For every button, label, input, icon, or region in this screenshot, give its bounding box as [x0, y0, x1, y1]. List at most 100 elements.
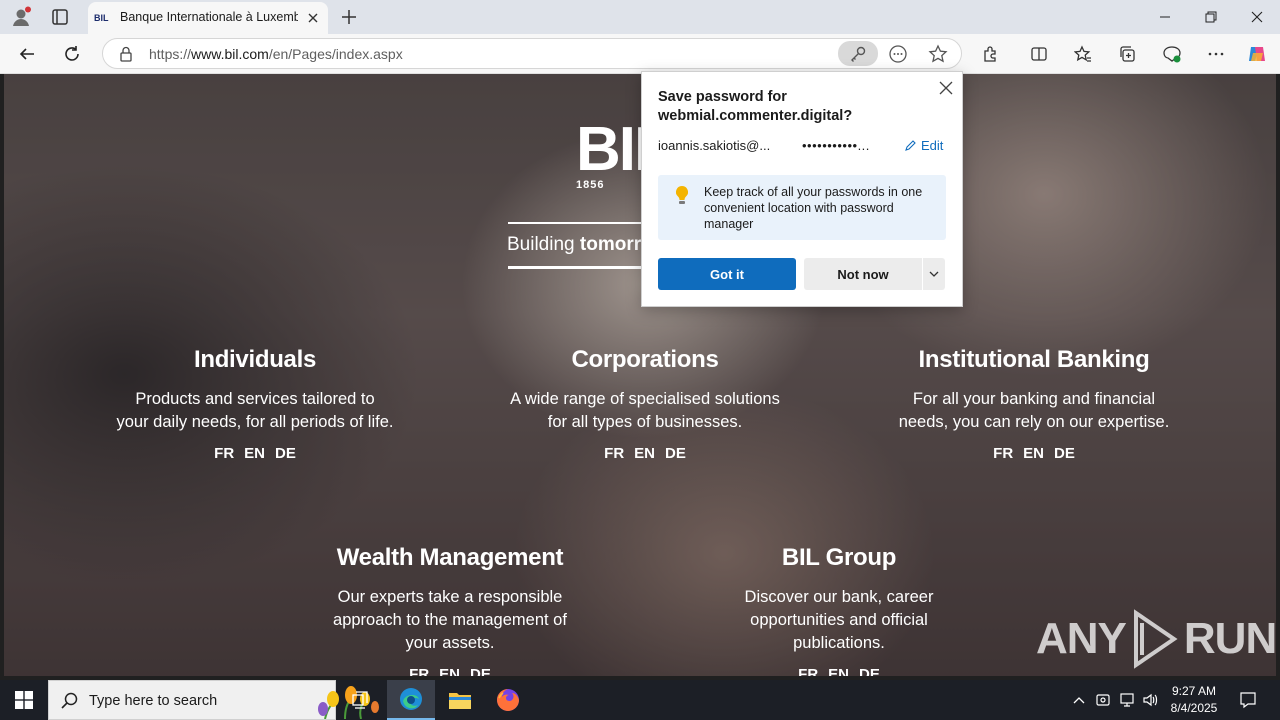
lang-fr-link[interactable]: FR: [993, 445, 1013, 462]
play-triangle-icon: [1133, 609, 1178, 669]
search-placeholder: Type here to search: [89, 693, 218, 709]
browser-essentials-icon[interactable]: [1160, 42, 1184, 66]
section-institutional-banking: Institutional Banking For all your banki…: [869, 346, 1199, 462]
lang-de-link[interactable]: DE: [665, 445, 686, 462]
favorite-star-icon[interactable]: [928, 44, 948, 64]
lang-de-link[interactable]: DE: [1054, 445, 1075, 462]
read-aloud-icon[interactable]: [888, 44, 908, 64]
saved-password[interactable]: •••••••••••...: [802, 138, 870, 153]
password-manager-tip: Keep track of all your passwords in one …: [658, 175, 946, 240]
tip-text: Keep track of all your passwords in one …: [704, 185, 923, 231]
language-links: FR EN DE: [285, 666, 615, 676]
windows-start-icon[interactable]: [0, 680, 48, 720]
firefox-icon[interactable]: [484, 680, 532, 720]
lang-en-link[interactable]: EN: [634, 445, 655, 462]
clock-time: 9:27 AM: [1171, 684, 1217, 698]
saved-username[interactable]: ioannis.sakiotis@...: [658, 138, 770, 153]
address-bar[interactable]: https://www.bil.com/en/Pages/index.aspx: [102, 38, 962, 69]
section-desc-line: A wide range of specialised solutions: [510, 390, 780, 408]
edge-taskbar-icon[interactable]: [387, 680, 435, 720]
lang-en-link[interactable]: EN: [244, 445, 265, 462]
lang-de-link[interactable]: DE: [275, 445, 296, 462]
favicon-icon: BIL: [94, 13, 109, 23]
lang-fr-link[interactable]: FR: [798, 666, 818, 676]
section-bil-group: BIL Group Discover our bank, career oppo…: [674, 544, 1004, 676]
lang-de-link[interactable]: DE: [859, 666, 880, 676]
section-desc-line: Products and services tailored to: [135, 390, 375, 408]
section-desc-line: needs, you can rely on our expertise.: [898, 413, 1170, 431]
file-explorer-icon[interactable]: [436, 680, 484, 720]
lock-icon[interactable]: [117, 45, 135, 63]
section-desc-line: Our experts take a responsible: [337, 588, 563, 606]
save-password-dialog: Save password for webmial.commenter.digi…: [641, 71, 963, 307]
volume-icon[interactable]: [1140, 680, 1162, 720]
meet-now-icon[interactable]: [1092, 680, 1114, 720]
got-it-button[interactable]: Got it: [658, 258, 796, 290]
hero-tagline: Building tomorr: [507, 234, 642, 255]
dialog-title: Save password for webmial.commenter.digi…: [658, 89, 853, 124]
lang-fr-link[interactable]: FR: [604, 445, 624, 462]
close-icon[interactable]: [936, 78, 956, 98]
section-title[interactable]: Wealth Management: [285, 544, 615, 572]
close-window-button[interactable]: [1234, 0, 1280, 34]
section-individuals: Individuals Products and services tailor…: [90, 346, 420, 462]
browser-tab-active[interactable]: BIL Banque Internationale à Luxembourg: [88, 2, 328, 34]
tab-title: Banque Internationale à Luxembourg: [120, 10, 298, 24]
extensions-icon[interactable]: [979, 42, 1003, 66]
taskbar-search-box[interactable]: Type here to search: [48, 680, 379, 720]
edit-button[interactable]: Edit: [904, 138, 943, 153]
language-links: FR EN DE: [674, 666, 1004, 676]
password-key-icon[interactable]: [838, 41, 878, 66]
copilot-icon[interactable]: [1245, 42, 1269, 66]
language-links: FR EN DE: [480, 445, 810, 462]
tagline-underline: [508, 266, 658, 269]
task-view-icon[interactable]: [336, 680, 384, 720]
pencil-icon: [905, 140, 916, 151]
section-wealth-management: Wealth Management Our experts take a res…: [285, 544, 615, 676]
section-desc-line: for all types of businesses.: [547, 413, 743, 431]
split-screen-icon[interactable]: [1027, 42, 1051, 66]
section-desc-line: Discover our bank, career: [744, 588, 934, 606]
section-desc-line: For all your banking and financial: [912, 390, 1156, 408]
collections-icon[interactable]: [1116, 42, 1140, 66]
network-icon[interactable]: [1116, 680, 1138, 720]
notifications-icon[interactable]: [1236, 680, 1260, 720]
settings-more-icon[interactable]: [1204, 42, 1228, 66]
favorites-icon[interactable]: [1071, 42, 1095, 66]
browser-toolbar: https://www.bil.com/en/Pages/index.aspx: [0, 34, 1280, 74]
url-text[interactable]: https://www.bil.com/en/Pages/index.aspx: [149, 46, 403, 62]
section-title[interactable]: Corporations: [480, 346, 810, 374]
language-links: FR EN DE: [869, 445, 1199, 462]
lightbulb-icon: [674, 185, 690, 207]
tab-close-icon[interactable]: [304, 9, 322, 27]
restore-button[interactable]: [1188, 0, 1234, 34]
not-now-button[interactable]: Not now: [804, 258, 922, 290]
section-corporations: Corporations A wide range of specialised…: [480, 346, 810, 462]
bil-homepage: BIL 1856 Building tomorr Individuals Pro…: [4, 74, 1276, 676]
lang-fr-link[interactable]: FR: [409, 666, 429, 676]
section-desc-line: opportunities and official: [750, 611, 928, 629]
section-title[interactable]: Institutional Banking: [869, 346, 1199, 374]
language-links: FR EN DE: [90, 445, 420, 462]
chevron-down-icon[interactable]: [923, 258, 945, 290]
new-tab-button[interactable]: [338, 6, 360, 28]
section-desc-line: your daily needs, for all periods of lif…: [116, 413, 394, 431]
lang-en-link[interactable]: EN: [828, 666, 849, 676]
lang-en-link[interactable]: EN: [439, 666, 460, 676]
windows-taskbar: Type here to search 9:27 AM 8/4/2025: [0, 680, 1280, 720]
refresh-button[interactable]: [60, 42, 84, 66]
lang-de-link[interactable]: DE: [470, 666, 491, 676]
profile-avatar-icon[interactable]: [10, 6, 32, 28]
search-icon: [61, 692, 79, 715]
minimize-button[interactable]: [1142, 0, 1188, 34]
lang-en-link[interactable]: EN: [1023, 445, 1044, 462]
lang-fr-link[interactable]: FR: [214, 445, 234, 462]
back-button[interactable]: [15, 42, 39, 66]
section-title[interactable]: Individuals: [90, 346, 420, 374]
section-desc-line: publications.: [793, 634, 885, 652]
browser-titlebar: BIL Banque Internationale à Luxembourg: [0, 0, 1280, 34]
chevron-up-icon[interactable]: [1068, 680, 1090, 720]
section-title[interactable]: BIL Group: [674, 544, 1004, 572]
tab-actions-icon[interactable]: [50, 7, 70, 27]
system-clock[interactable]: 9:27 AM 8/4/2025: [1160, 683, 1228, 717]
